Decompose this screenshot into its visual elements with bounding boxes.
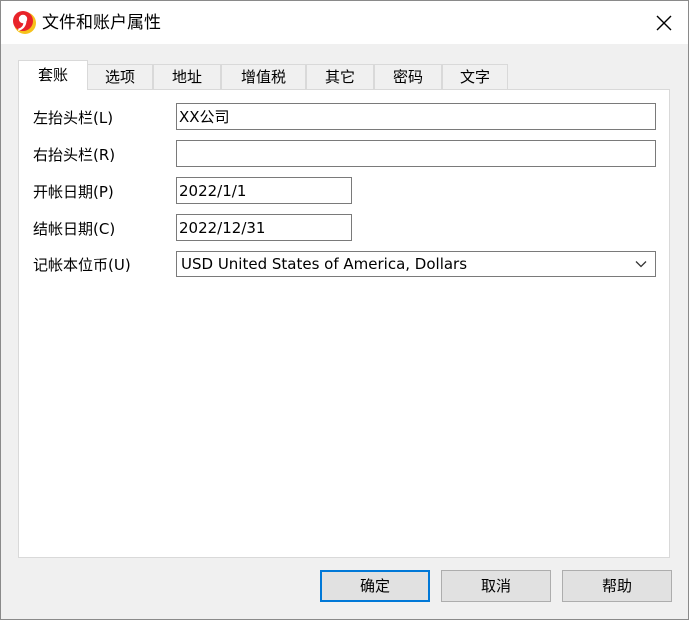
tab-vat[interactable]: 增值税 <box>221 64 306 89</box>
window-title: 文件和账户属性 <box>42 13 161 33</box>
title-bar[interactable]: 文件和账户属性 <box>1 1 688 44</box>
close-date-label: 结帐日期(C) <box>33 220 116 238</box>
left-header-label: 左抬头栏(L) <box>33 109 114 127</box>
open-date-input[interactable] <box>176 177 352 204</box>
close-date-input[interactable] <box>176 214 352 241</box>
close-icon <box>656 15 672 30</box>
tab-password[interactable]: 密码 <box>374 64 442 89</box>
close-button[interactable] <box>641 1 687 44</box>
tab-account-set[interactable]: 套账 <box>18 60 88 90</box>
help-button[interactable]: 帮助 <box>562 570 672 602</box>
chevron-down-icon[interactable] <box>627 252 655 276</box>
open-date-label: 开帐日期(P) <box>33 183 114 201</box>
left-header-input[interactable] <box>176 103 656 130</box>
cancel-button[interactable]: 取消 <box>441 570 551 602</box>
right-header-input[interactable] <box>176 140 656 167</box>
tab-options[interactable]: 选项 <box>87 64 153 89</box>
tab-address[interactable]: 地址 <box>153 64 221 89</box>
app-logo-icon <box>11 10 37 36</box>
tab-text[interactable]: 文字 <box>442 64 508 89</box>
tab-other[interactable]: 其它 <box>306 64 374 89</box>
right-header-label: 右抬头栏(R) <box>33 146 116 164</box>
dialog-window: 文件和账户属性 套账 选项 地址 增值税 其它 密码 文字 左抬头栏(L) 右抬… <box>0 0 689 620</box>
currency-select[interactable]: USD United States of America, Dollars <box>176 251 656 277</box>
currency-select-value: USD United States of America, Dollars <box>181 255 468 273</box>
ok-button[interactable]: 确定 <box>320 570 430 602</box>
currency-label: 记帐本位币(U) <box>33 256 131 274</box>
